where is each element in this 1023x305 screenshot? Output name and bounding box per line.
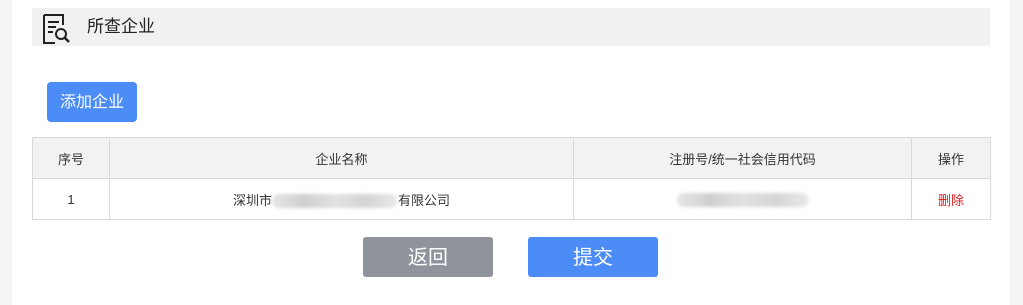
section-header: 所查企业 [32, 8, 990, 46]
header-actions: 操作 [911, 137, 991, 179]
header-index: 序号 [32, 137, 110, 179]
company-table: 序号 企业名称 注册号/统一社会信用代码 操作 1 深圳市 有限公司 删除 [32, 137, 991, 220]
redacted-code [676, 192, 809, 207]
row-company-name: 深圳市 有限公司 [109, 178, 574, 220]
document-search-icon [40, 13, 72, 45]
delete-link[interactable]: 删除 [938, 193, 964, 208]
submit-button[interactable]: 提交 [528, 237, 658, 277]
row-registration-code [573, 178, 912, 220]
company-name-suffix: 有限公司 [398, 192, 451, 208]
company-name-prefix: 深圳市 [232, 192, 272, 208]
row-actions: 删除 [911, 178, 991, 220]
row-index: 1 [32, 178, 110, 220]
back-button[interactable]: 返回 [363, 237, 493, 277]
header-company-name: 企业名称 [109, 137, 574, 179]
add-company-button[interactable]: 添加企业 [47, 82, 137, 122]
redacted-name [272, 194, 398, 209]
table-row: 1 深圳市 有限公司 删除 [32, 178, 991, 220]
header-registration-code: 注册号/统一社会信用代码 [573, 137, 912, 179]
section-title: 所查企业 [87, 17, 155, 36]
table-header-row: 序号 企业名称 注册号/统一社会信用代码 操作 [32, 137, 991, 179]
